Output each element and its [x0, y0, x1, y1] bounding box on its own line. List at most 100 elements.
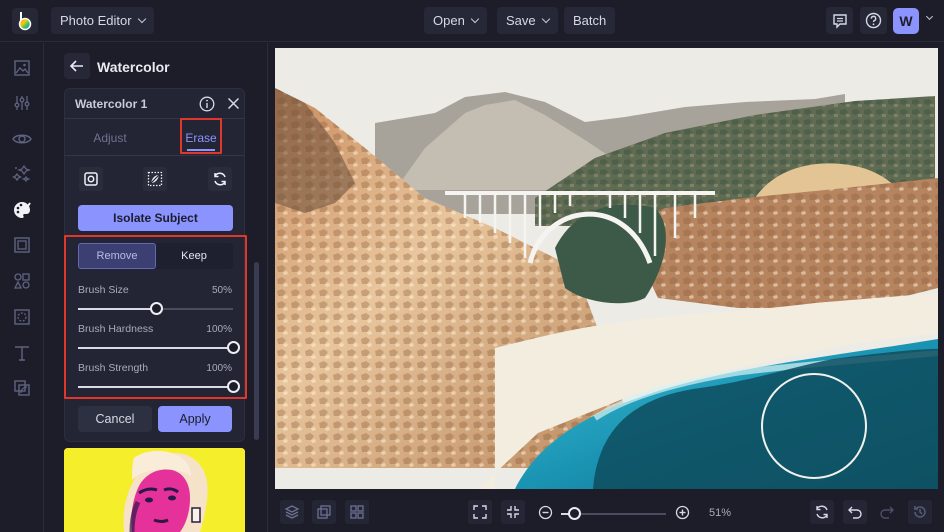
- brush-hardness-handle[interactable]: [227, 341, 240, 354]
- photo-editor-label: Photo Editor: [60, 13, 132, 28]
- mode-keep-label: Keep: [181, 250, 207, 262]
- account-chevron-icon[interactable]: [925, 12, 934, 21]
- redo-icon: [880, 506, 894, 519]
- zoom-in-icon: [675, 505, 690, 520]
- brush-strength-track[interactable]: [78, 380, 240, 393]
- zoom-slider-track[interactable]: [561, 507, 666, 520]
- actual-size-button[interactable]: [501, 500, 525, 524]
- rail-graphics[interactable]: [11, 270, 33, 292]
- comment-icon: [832, 13, 847, 29]
- compare-button[interactable]: [312, 500, 336, 524]
- zoom-in-button[interactable]: [675, 505, 690, 525]
- photo-canvas[interactable]: [275, 48, 938, 489]
- bottom-toolbar: 51%: [267, 493, 944, 532]
- batch-button[interactable]: Batch: [564, 7, 616, 34]
- undo-icon: [848, 506, 862, 519]
- top-bar: Photo Editor Open Save Batch W: [0, 0, 944, 42]
- sliders-icon: [14, 96, 30, 110]
- watercolor-landscape-image: [275, 48, 938, 489]
- brush-size-handle[interactable]: [149, 302, 163, 315]
- close-button[interactable]: [227, 97, 240, 113]
- frame-icon: [14, 237, 30, 253]
- feedback-button[interactable]: [826, 7, 853, 34]
- overlay-icon: [14, 309, 30, 325]
- palette-icon: [14, 202, 31, 218]
- rail-edit[interactable]: [11, 92, 33, 114]
- isolate-subject-button[interactable]: Isolate Subject: [78, 205, 233, 231]
- save-button[interactable]: Save: [497, 7, 558, 34]
- refresh-icon: [816, 505, 828, 519]
- photo-editor-menu[interactable]: Photo Editor: [51, 7, 154, 34]
- open-button[interactable]: Open: [424, 7, 487, 34]
- help-button[interactable]: [860, 7, 887, 34]
- rail-artsy[interactable]: [11, 199, 33, 221]
- mode-remove-button[interactable]: Remove: [78, 243, 156, 269]
- brush-size-track[interactable]: [78, 302, 233, 315]
- reset-button[interactable]: [208, 167, 232, 191]
- user-avatar[interactable]: W: [893, 8, 919, 34]
- chevron-down-icon: [137, 14, 146, 24]
- brush-hardness-value: 100%: [206, 324, 232, 335]
- select-subject-button[interactable]: [79, 167, 103, 191]
- rail-image-manager[interactable]: [11, 57, 33, 79]
- reset-icon: [214, 172, 226, 186]
- zoom-slider-handle[interactable]: [568, 507, 582, 520]
- select-subject-icon: [84, 172, 98, 186]
- expand-icon: [473, 505, 487, 519]
- rail-effects[interactable]: [11, 163, 33, 185]
- back-button[interactable]: [64, 53, 90, 79]
- rail-textures[interactable]: [11, 377, 33, 399]
- info-button[interactable]: [199, 96, 215, 115]
- apply-button[interactable]: Apply: [158, 406, 232, 432]
- layers-button[interactable]: [280, 500, 304, 524]
- brush-hardness-fill: [78, 347, 233, 349]
- befunky-logo-icon: [18, 12, 32, 31]
- rail-touch-up[interactable]: [11, 128, 33, 150]
- rail-text[interactable]: [11, 342, 33, 364]
- zoom-out-icon: [538, 505, 553, 520]
- brush-size-fill: [78, 308, 156, 310]
- tab-adjust[interactable]: Adjust: [75, 120, 145, 156]
- isolate-subject-label: Isolate Subject: [113, 211, 198, 225]
- tool-rail: [0, 43, 44, 532]
- image-icon: [14, 60, 30, 76]
- reset-canvas-button[interactable]: [810, 500, 834, 524]
- texture-icon: [14, 380, 30, 396]
- zoom-out-button[interactable]: [538, 505, 553, 525]
- invert-mask-icon: [147, 171, 163, 187]
- history-button[interactable]: [908, 500, 932, 524]
- sparkles-icon: [12, 164, 32, 183]
- cancel-button[interactable]: Cancel: [78, 406, 152, 432]
- panel-scrollbar[interactable]: [254, 262, 259, 440]
- chevron-down-icon: [470, 14, 480, 24]
- brush-size-value: 50%: [211, 285, 232, 296]
- rail-overlays[interactable]: [11, 306, 33, 328]
- invert-mask-button[interactable]: [143, 167, 167, 191]
- brush-hardness-track[interactable]: [78, 341, 240, 354]
- brush-strength-handle[interactable]: [227, 380, 240, 393]
- redo-button[interactable]: [875, 500, 899, 524]
- fit-screen-button[interactable]: [468, 500, 492, 524]
- brush-size-label: Brush Size: [78, 284, 129, 296]
- compare-icon: [317, 505, 331, 519]
- panel-title: Watercolor: [97, 59, 170, 75]
- undo-button[interactable]: [843, 500, 867, 524]
- effect-panel: Watercolor Watercolor 1 Adjust Erase Iso…: [45, 43, 266, 532]
- collapse-icon: [507, 506, 519, 518]
- brush-hardness-label: Brush Hardness: [78, 323, 154, 335]
- preset-thumbnail[interactable]: [64, 448, 245, 532]
- rail-frames[interactable]: [11, 234, 33, 256]
- effect-card-header: Watercolor 1: [65, 89, 244, 119]
- history-icon: [914, 506, 926, 518]
- brush-strength-label: Brush Strength: [78, 362, 149, 374]
- grid-view-button[interactable]: [345, 500, 369, 524]
- batch-label: Batch: [573, 13, 607, 28]
- mode-remove-label: Remove: [96, 250, 138, 262]
- apply-label: Apply: [179, 412, 211, 426]
- open-label: Open: [433, 13, 465, 28]
- logo[interactable]: [12, 8, 38, 34]
- avatar-initial: W: [899, 13, 913, 29]
- effect-name: Watercolor 1: [75, 96, 148, 111]
- mode-keep-button[interactable]: Keep: [155, 243, 233, 269]
- canvas-area: [267, 43, 944, 493]
